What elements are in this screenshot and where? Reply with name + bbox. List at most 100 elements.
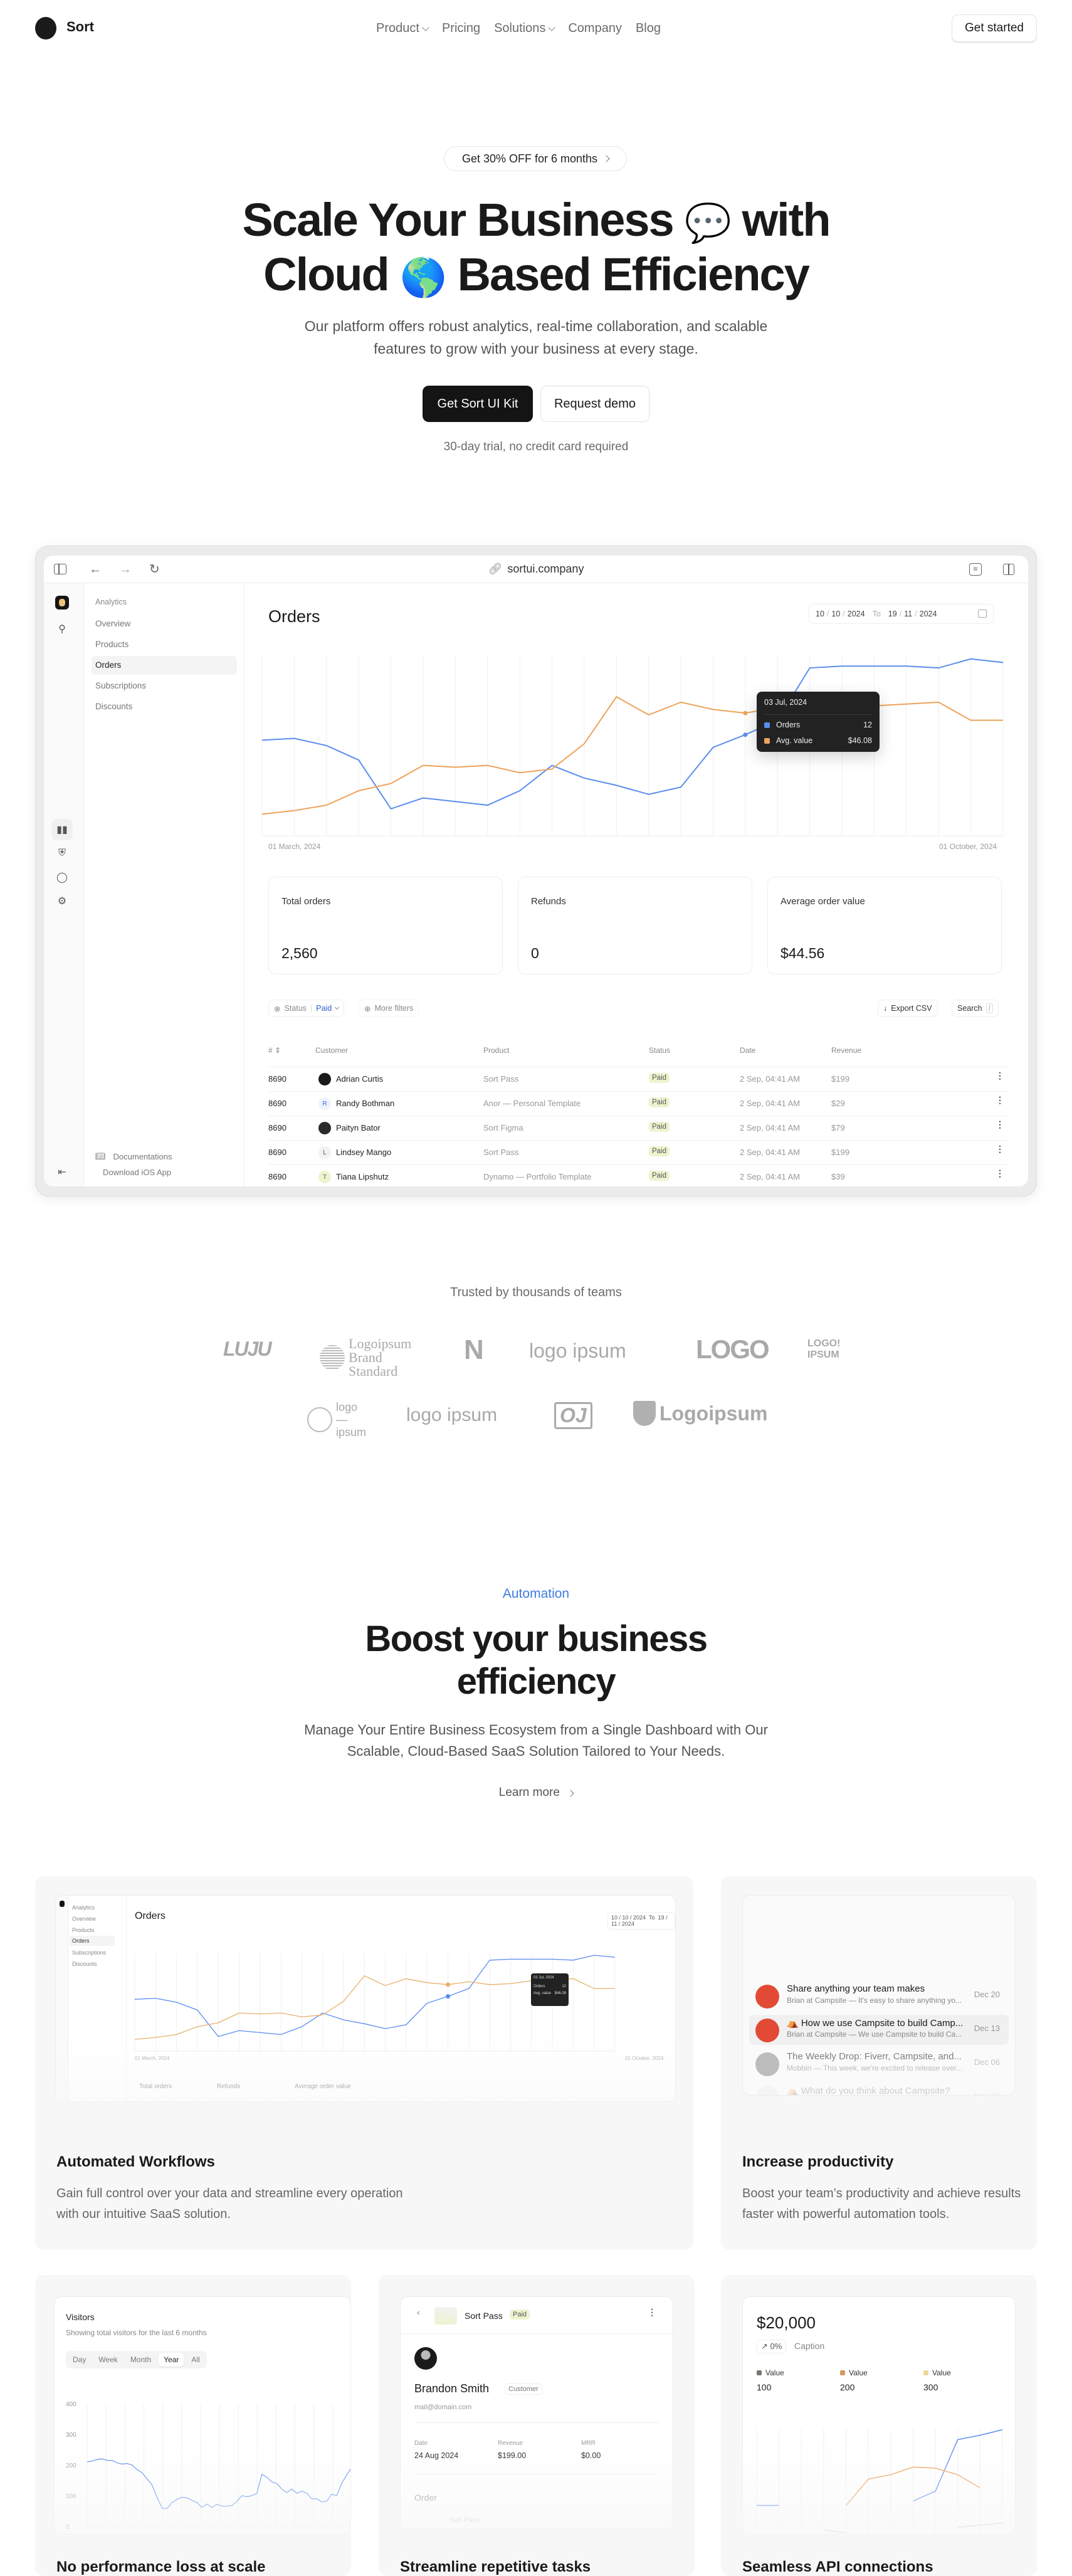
order-revenue: $199: [831, 1148, 849, 1157]
stat-card-avg-order: Average order value $44.56: [767, 877, 1002, 974]
highlight-point: [446, 1994, 451, 1999]
mail-list-item[interactable]: The Weekly Drop: Fiverr, Campsite, and..…: [749, 2049, 1009, 2079]
col-header-date[interactable]: Date: [740, 1046, 755, 1055]
sender-avatar: [755, 1985, 779, 2009]
mail-title: ⛺ What do you think about Campsite?: [787, 2086, 950, 2096]
product-name: Dynamo — Portfolio Template: [483, 1172, 592, 1181]
remove-filter-icon[interactable]: ⊗: [274, 1004, 280, 1013]
book-icon: 📖︎: [95, 1151, 106, 1161]
table-row[interactable]: 8690 L Lindsey Mango Sort Pass Paid 2 Sep, 04…: [268, 1140, 1008, 1164]
mini-tooltip-avg: Avg. value $46.08: [533, 1992, 566, 1995]
order-date: 2 Sep, 04:41 AM: [740, 1099, 801, 1108]
mail-subline: Mobbin — This week, we're excited to rel…: [787, 2064, 963, 2072]
back-chevron-icon[interactable]: ‹: [417, 2307, 420, 2317]
x-axis-end-label: 01 October, 2024: [939, 842, 997, 851]
mini-tooltip-orders: Orders 12: [533, 1985, 566, 1988]
chart-tooltip: 03 Jul, 2024 Orders 12 Avg. value $46.08: [757, 692, 880, 752]
sidebar-docs-link[interactable]: 📖︎ Documentations: [95, 1151, 172, 1161]
product-name: Sort Pass: [465, 2311, 503, 2321]
client-logo: LOGO: [696, 1334, 770, 1364]
fade-overlay: [379, 2441, 695, 2576]
row-actions-icon[interactable]: ⋮: [996, 1095, 1004, 1104]
feature-card-increase-productivity: Share anything your team makes Brian at C…: [721, 1876, 1037, 2250]
logo-text: Logoipsum Brand Standard: [349, 1336, 412, 1379]
customer-name: Tiana Lipshutz: [336, 1172, 389, 1181]
product-name: Sort Pass: [483, 1074, 519, 1084]
learn-more-label: Learn more: [498, 1786, 560, 1799]
tooltip-orders-label: Orders: [776, 721, 801, 729]
fade-overlay: [721, 2441, 1037, 2576]
customer-avatar: [414, 2347, 437, 2370]
status-filter-label: Status: [284, 1004, 307, 1013]
mail-from: Brian at Campsite: [787, 1996, 847, 2005]
order-revenue: $29: [831, 1099, 845, 1108]
status-filter[interactable]: ⊗ Status | Paid: [268, 1000, 345, 1017]
col-header-product[interactable]: Product: [483, 1046, 509, 1055]
logout-icon[interactable]: ⇤: [51, 1161, 73, 1183]
orders-chart: [261, 655, 1004, 837]
feature-title: Streamline repetitive tasks: [400, 2558, 591, 2575]
mail-list-item[interactable]: ⛺ How we use Campsite to build Camp... Br…: [749, 2015, 1009, 2045]
client-logo: logo— ipsum: [307, 1401, 367, 1438]
mail-preview: This week, we're excited to release over…: [822, 2064, 963, 2072]
col-header-id[interactable]: # ⇕: [268, 1046, 281, 1055]
mail-preview: It's easy to share anything yo...: [858, 1996, 962, 2005]
order-id: 8690: [268, 1148, 286, 1157]
logo-text: logo ipsum: [529, 1339, 626, 1362]
highlight-point: [446, 1982, 451, 1987]
table-row[interactable]: 8690 Paityn Bator Sort Figma Paid 2 Sep, 04:…: [268, 1116, 1008, 1140]
order-date: 2 Sep, 04:41 AM: [740, 1172, 801, 1181]
section-title-line: efficiency: [456, 1661, 616, 1702]
more-options-icon[interactable]: ⋮: [648, 2307, 656, 2318]
section-title-line: Boost your business: [365, 1618, 708, 1659]
customer-name: Lindsey Mango: [336, 1148, 392, 1157]
download-arrow-icon: ↓: [883, 1004, 888, 1013]
row-actions-icon[interactable]: ⋮: [996, 1071, 1004, 1080]
more-filters-button[interactable]: ⊕ More filters: [359, 1000, 419, 1017]
tooltip-avg-value: $46.08: [848, 736, 872, 745]
client-logo: Logoipsum: [633, 1401, 767, 1426]
table-row[interactable]: 8690 T Tiana Lipshutz Dynamo — Portfolio Te…: [268, 1164, 1008, 1189]
mail-title: Share anything your team makes: [787, 1983, 925, 1994]
feature-card-streamline: ‹ Sort Pass Paid ⋮ Brandon Smith Custome…: [379, 2275, 695, 2576]
avg-swatch-icon: [764, 737, 770, 744]
section-eyebrow: Automation: [502, 1586, 570, 1601]
highlight-point: [743, 710, 748, 715]
order-revenue: $39: [831, 1172, 845, 1181]
col-header-status[interactable]: Status: [649, 1046, 670, 1055]
client-logo: logo ipsum: [529, 1339, 626, 1363]
mail-list-item[interactable]: ⛺ What do you think about Campsite?Brian…: [749, 2082, 1009, 2096]
col-header-revenue[interactable]: Revenue: [831, 1046, 861, 1055]
series-line-avg-value: [261, 695, 1003, 815]
customer-email: mail@domain.com: [414, 2404, 472, 2411]
gear-icon[interactable]: ⚙: [51, 890, 73, 912]
fade-overlay: [35, 2441, 351, 2576]
chevron-down-icon: [335, 1005, 340, 1010]
section-subtitle: Manage Your Entire Business Ecosystem fr…: [304, 1722, 768, 1759]
row-actions-icon[interactable]: ⋮: [996, 1144, 1004, 1153]
feature-title: Seamless API connections: [742, 2558, 933, 2575]
customer-avatar: [318, 1122, 331, 1134]
search-button[interactable]: Search /: [952, 1000, 999, 1017]
table-row[interactable]: 8690 Adrian Curtis Sort Pass Paid 2 Sep, 04:…: [268, 1067, 1008, 1091]
client-logo: OJ: [554, 1402, 592, 1429]
mail-list-item[interactable]: Share anything your team makes Brian at C…: [749, 1981, 1009, 2011]
learn-more-link[interactable]: Learn more: [0, 1786, 1072, 1800]
status-badge: Paid: [510, 2309, 530, 2320]
row-actions-icon[interactable]: ⋮: [996, 1120, 1004, 1129]
stat-value: 2,560: [281, 945, 318, 961]
row-actions-icon[interactable]: ⋮: [996, 1169, 1004, 1178]
tooltip-divider: [764, 714, 872, 715]
export-csv-button[interactable]: ↓ Export CSV: [878, 1000, 938, 1017]
status-badge: Paid: [649, 1122, 670, 1132]
client-logo: Logoipsum Brand Standard: [320, 1337, 424, 1378]
order-date: 2 Sep, 04:41 AM: [740, 1123, 801, 1132]
search-shortcut-key: /: [985, 1003, 994, 1013]
shield-logo-icon: [633, 1401, 656, 1426]
order-revenue: $199: [831, 1074, 849, 1084]
table-row[interactable]: 8690 R Randy Bothman Anor — Personal Templa…: [268, 1091, 1008, 1116]
col-header-customer[interactable]: Customer: [315, 1046, 348, 1055]
feature-description: Boost your team’s productivity and achie…: [742, 2187, 1021, 2221]
stat-value: $44.56: [780, 945, 825, 961]
sidebar-ios-link[interactable]: Download iOS App: [95, 1168, 171, 1177]
